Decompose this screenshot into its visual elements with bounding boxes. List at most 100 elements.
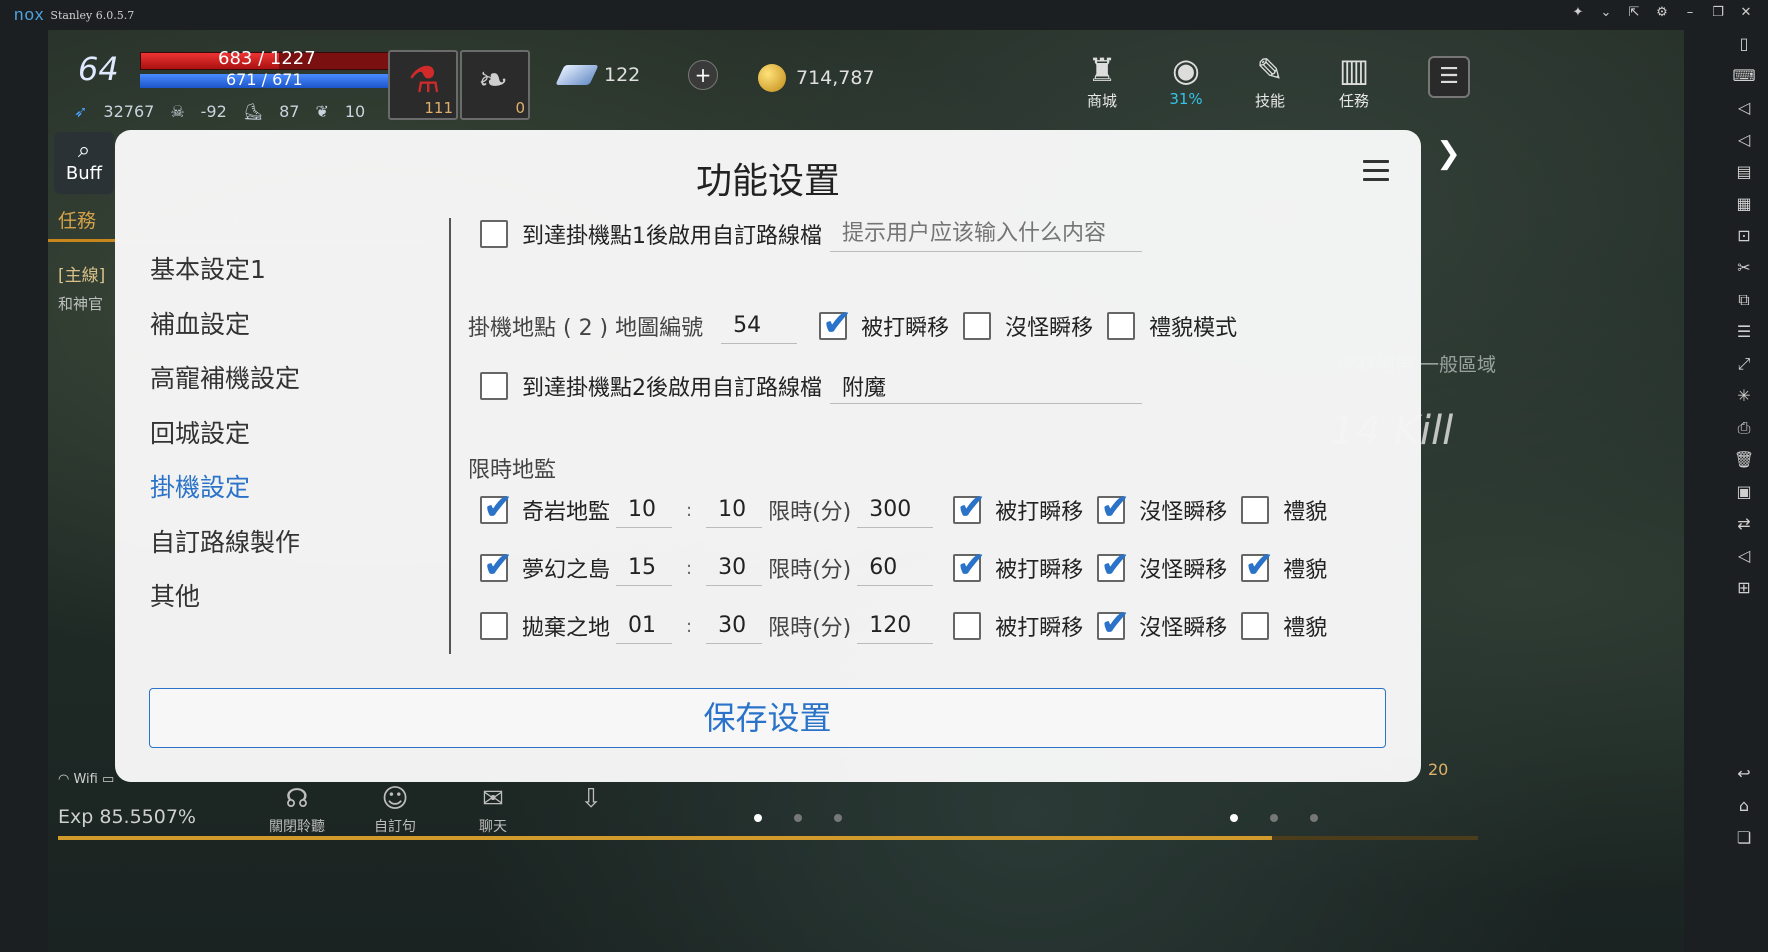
nav-other[interactable]: 其他 (150, 577, 300, 632)
nav-basic-settings[interactable]: 基本設定1 (150, 250, 300, 305)
sync-icon[interactable]: ⇄ (1732, 512, 1756, 536)
timed-hour-input[interactable] (616, 492, 673, 528)
phone-icon[interactable]: ▯ (1732, 32, 1756, 56)
shoe-icon: ⛸ (242, 102, 264, 121)
loading-icon[interactable]: ✳ (1732, 384, 1756, 408)
stat-value: 32767 (103, 102, 155, 121)
home-icon[interactable]: ⌂ (1732, 794, 1756, 818)
route2-input[interactable] (830, 368, 1142, 404)
timed-hit-teleport-checkbox[interactable] (953, 546, 986, 586)
nav-afk-settings[interactable]: 掛機設定 (150, 468, 300, 523)
route1-checkbox[interactable] (480, 220, 508, 248)
camera-icon[interactable]: ⎙ (1732, 416, 1756, 440)
spot2-nomonster-teleport-checkbox[interactable] (963, 312, 992, 340)
timed-courtesy-checkbox[interactable] (1241, 496, 1270, 524)
recents-icon[interactable]: ❏ (1732, 826, 1756, 850)
screen-record-icon[interactable]: ▦ (1732, 192, 1756, 216)
hp-text: 683 / 1227 (218, 48, 316, 69)
expand-icon[interactable]: ⤢ (1732, 352, 1756, 376)
chat-button[interactable]: ✉ 聊天 (464, 784, 522, 836)
nomonster-teleport-label: 沒怪瞬移 (1139, 500, 1228, 525)
emulator-sidebar: ▯ ⌨ ◁ ◁ ▤ ▦ ⊡ ✂ ⧉ ☰ ⤢ ✳ ⎙ 🗑 ▣ ⇄ ◁ ⊞ ↩ ⌂ … (1720, 30, 1768, 952)
listen-toggle-button[interactable]: ☊ 關閉聆聽 (268, 784, 326, 836)
potion-slot[interactable]: ⚗ 111 (388, 50, 458, 120)
timed-minute-input[interactable] (706, 550, 763, 586)
main-menu-button[interactable]: ☰ (1428, 56, 1470, 98)
timed-hit-teleport-checkbox[interactable] (953, 612, 982, 640)
timed-limit-input[interactable] (857, 550, 934, 586)
route2-checkbox[interactable] (480, 372, 508, 400)
gear-icon[interactable]: ⚙ (1654, 5, 1670, 20)
spot2-hit-teleport-checkbox[interactable] (819, 304, 852, 344)
pin-icon[interactable]: ⇱ (1626, 5, 1642, 20)
potion-icon: ⚗ (408, 60, 441, 101)
buff-button[interactable]: ⌕ Buff (54, 132, 114, 194)
chevron-right-icon[interactable]: ❯ (1436, 136, 1461, 171)
task-icon: ▥ (1338, 51, 1370, 89)
timed-enable-checkbox[interactable] (480, 612, 508, 640)
pet-button[interactable]: ◉ 31% (1156, 50, 1216, 108)
timed-nomonster-teleport-checkbox[interactable] (1097, 546, 1130, 586)
back-icon[interactable]: ↩ (1732, 762, 1756, 786)
timed-courtesy-checkbox[interactable] (1241, 546, 1274, 586)
spot2-courtesy-mode-checkbox[interactable] (1107, 312, 1136, 340)
timed-nomonster-teleport-checkbox[interactable] (1097, 488, 1130, 528)
page-dot[interactable] (1310, 814, 1318, 822)
page-dot[interactable] (834, 814, 842, 822)
timed-limit-input[interactable] (857, 608, 934, 644)
timed-enable-checkbox[interactable] (480, 546, 513, 586)
arrow-down-button[interactable]: ⇩ (562, 784, 620, 836)
volume-down-icon[interactable]: ◁ (1732, 128, 1756, 152)
add-icon[interactable]: ⊞ (1732, 576, 1756, 600)
leaf-slot[interactable]: ❧ 0 (460, 50, 530, 120)
tab-task[interactable]: 任務 (58, 206, 96, 233)
timed-nomonster-teleport-checkbox[interactable] (1097, 604, 1130, 644)
timed-minute-input[interactable] (706, 608, 763, 644)
timed-hour-input[interactable] (616, 550, 673, 586)
timed-hour-input[interactable] (616, 608, 673, 644)
timed-row: 奇岩地監 : 限時(分) 被打瞬移 沒怪瞬移 禮貌 (480, 488, 1327, 528)
gift-icon[interactable]: ✦ (1570, 5, 1586, 20)
timed-limit-input[interactable] (857, 492, 934, 528)
skill-button[interactable]: ✎ 技能 (1240, 50, 1300, 111)
timed-courtesy-checkbox[interactable] (1241, 612, 1270, 640)
task-button[interactable]: ▥ 任務 (1324, 50, 1384, 111)
page-dot[interactable] (1230, 814, 1238, 822)
save-settings-button[interactable]: 保存设置 (149, 688, 1386, 748)
shop-button[interactable]: ♜ 商城 (1072, 50, 1132, 111)
page-dot[interactable] (754, 814, 762, 822)
scissors-icon[interactable]: ✂ (1732, 256, 1756, 280)
multi-instance-icon[interactable]: ▤ (1732, 160, 1756, 184)
timed-enable-checkbox[interactable] (480, 488, 513, 528)
nav-custom-route[interactable]: 自訂路線製作 (150, 523, 300, 578)
keyboard-icon[interactable]: ⌨ (1732, 64, 1756, 88)
resize-icon[interactable]: ⧉ (1732, 288, 1756, 312)
add-currency-button[interactable]: + (688, 60, 718, 90)
dialog-menu-icon[interactable] (1363, 160, 1389, 182)
route1-input[interactable] (830, 216, 1142, 252)
close-icon[interactable]: ✕ (1738, 5, 1754, 20)
trash-icon[interactable]: 🗑 (1732, 448, 1756, 472)
restore-icon[interactable]: ❐ (1710, 5, 1726, 20)
custom-phrase-button[interactable]: ☺ 自訂句 (366, 784, 424, 836)
volume-up-icon[interactable]: ◁ (1732, 96, 1756, 120)
page-dot[interactable] (1270, 814, 1278, 822)
xp-bar (58, 836, 1478, 840)
apk-install-icon[interactable]: ⊡ (1732, 224, 1756, 248)
connection-status: ◠ Wifi ▭ (58, 772, 114, 787)
courtesy-mode-label: 禮貌模式 (1149, 316, 1238, 341)
map-number-input[interactable] (721, 308, 798, 344)
nav-heal-settings[interactable]: 補血設定 (150, 305, 300, 360)
battery-icon: ▭ (102, 772, 115, 787)
chevron-down-icon[interactable]: ⌄ (1598, 5, 1614, 20)
quest-item[interactable]: [主線] 和神官 (58, 262, 105, 318)
macro-icon[interactable]: ▣ (1732, 480, 1756, 504)
timed-hit-teleport-checkbox[interactable] (953, 488, 986, 528)
nav-return-settings[interactable]: 回城設定 (150, 414, 300, 469)
menu-icon[interactable]: ☰ (1732, 320, 1756, 344)
nav-pet-settings[interactable]: 高寵補機設定 (150, 359, 300, 414)
timed-minute-input[interactable] (706, 492, 763, 528)
mute-icon[interactable]: ◁ (1732, 544, 1756, 568)
page-dot[interactable] (794, 814, 802, 822)
minimize-icon[interactable]: – (1682, 5, 1698, 20)
